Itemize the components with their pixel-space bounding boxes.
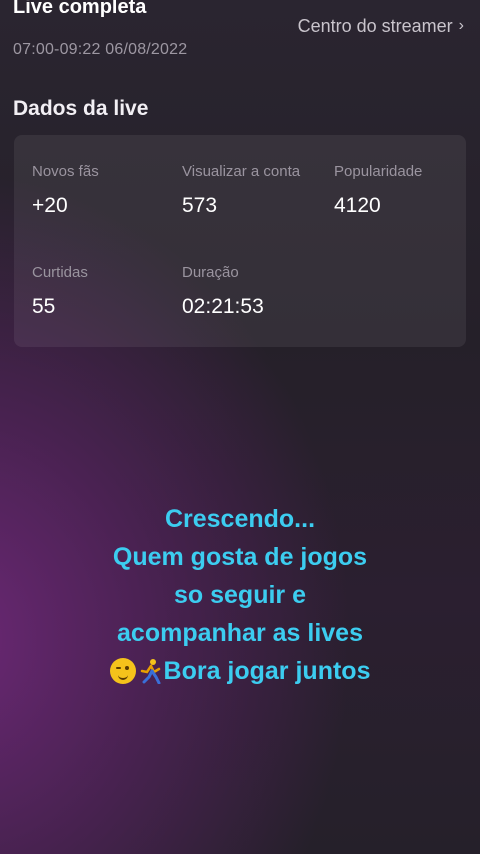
- stat-new-fans: Novos fãs +20: [32, 163, 99, 218]
- caption-line: acompanhar as lives: [117, 619, 363, 647]
- stat-value: 573: [182, 194, 218, 217]
- live-time-range: 07:00-09:22 06/08/2022: [13, 41, 188, 58]
- chevron-right-icon: ›: [458, 16, 464, 34]
- stat-account-views: Visualizar a conta 573: [182, 163, 300, 218]
- caption-line: Bora jogar juntos: [163, 657, 371, 685]
- streamer-center-link[interactable]: Centro do streamer ›: [298, 16, 464, 37]
- stat-value: 55: [32, 295, 56, 318]
- caption-line: so seguir e: [174, 581, 306, 609]
- live-stats-card: Novos fãs +20 Visualizar a conta 573 Pop…: [14, 135, 466, 347]
- stat-value: 02:21:53: [182, 295, 264, 318]
- caption-last-line: Bora jogar juntos: [0, 652, 480, 690]
- stat-likes: Curtidas 55: [32, 264, 88, 319]
- caption-line: Quem gosta de jogos: [112, 543, 368, 571]
- stat-label: Novos fãs: [32, 163, 99, 180]
- overlay-caption: Crescendo... Quem gosta de jogos so segu…: [0, 500, 480, 690]
- caption-line: Crescendo...: [164, 505, 316, 533]
- runner-icon: [140, 659, 161, 684]
- stat-label: Popularidade: [334, 163, 423, 180]
- stat-value: 4120: [334, 194, 381, 217]
- stat-popularity: Popularidade 4120: [334, 163, 422, 218]
- stat-label: Curtidas: [32, 264, 88, 281]
- winking-face-icon: [109, 658, 136, 684]
- streamer-center-label: Centro do streamer: [297, 16, 453, 36]
- stat-duration: Duração 02:21:53: [182, 264, 264, 319]
- background: [0, 0, 480, 854]
- stat-label: Duração: [182, 264, 239, 281]
- page-title: Live completa: [13, 0, 147, 18]
- stat-label: Visualizar a conta: [182, 163, 301, 180]
- stat-value: +20: [32, 194, 68, 217]
- section-title: Dados da live: [13, 97, 149, 120]
